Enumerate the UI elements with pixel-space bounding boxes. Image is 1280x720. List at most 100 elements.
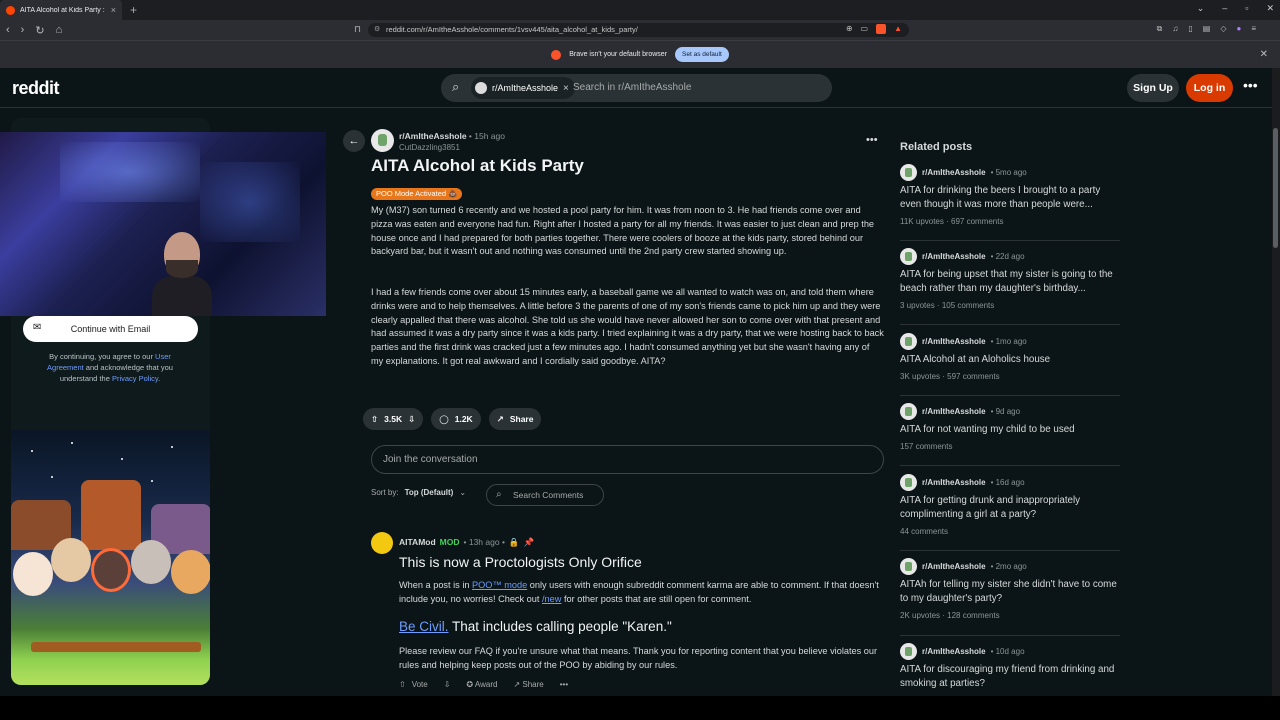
zoom-icon[interactable]: ⊕ [846,24,853,34]
rewards-icon[interactable]: ▲ [894,24,902,34]
search-comments-input[interactable]: ⌕ Search Comments [486,484,604,506]
legal-text: By continuing, you agree to our User Agr… [47,352,173,383]
subreddit-avatar [475,82,487,94]
back-button[interactable]: ← [343,130,365,152]
related-post[interactable]: r/AmItheAsshole • 22d ago AITA for being … [900,248,1120,310]
profile-icon[interactable]: ● [1236,24,1241,34]
comment-more-icon[interactable]: ••• [560,680,568,689]
reddit-logo[interactable]: reddit [12,78,60,99]
share-button[interactable]: ↗ Share [513,680,543,689]
maximize-icon[interactable]: ▫ [1245,3,1248,14]
more-options-icon[interactable]: ••• [1243,77,1258,93]
promo-illustration [11,430,210,685]
sign-up-button[interactable]: Sign Up [1127,74,1179,102]
reload-icon[interactable]: ↻ [35,24,44,37]
related-post[interactable]: r/AmItheAsshole • 1mo ago AITA Alcohol at… [900,333,1120,381]
related-sub[interactable]: r/AmItheAsshole [922,407,986,416]
related-sub[interactable]: r/AmItheAsshole [922,337,986,346]
related-post[interactable]: r/AmItheAsshole • 16d ago AITA for gettin… [900,474,1120,536]
share-label: Share [509,414,534,424]
comment-age: • 13h ago • [463,537,505,547]
sidebar-icon[interactable]: ▯ [1188,24,1192,34]
related-post[interactable]: r/AmItheAsshole • 2mo ago AITAh for telli… [900,558,1120,620]
comment-avatar[interactable] [371,532,393,554]
cast-icon[interactable]: ▭ [861,24,869,34]
post-actions: ⇧ 3.5K ⇩ ◯ 1.2K ↗ Share [363,408,542,430]
vote-count: 3.5K [384,414,403,424]
close-window-icon[interactable]: ✕ [1266,3,1274,14]
upvote-icon[interactable]: ⇧ [371,414,378,425]
sort-row: Sort by: Top (Default) ⌄ [371,488,466,497]
site-info-icon[interactable]: ⚙ [374,23,380,37]
be-civil-link[interactable]: Be Civil. [399,619,449,634]
subreddit-avatar [900,403,917,420]
chevron-down-icon[interactable]: ⌄ [459,488,466,497]
subreddit-avatar[interactable] [371,129,394,152]
downvote-icon[interactable]: ⇩ [408,414,415,425]
subreddit-avatar [900,474,917,491]
share-button[interactable]: ↗ Share [488,408,542,430]
back-icon[interactable]: ‹ [6,24,10,37]
wallet-icon[interactable]: ▤ [1203,24,1211,34]
related-sub[interactable]: r/AmItheAsshole [922,252,986,261]
media-icon[interactable]: ♫ [1172,24,1178,34]
comment-author[interactable]: AITAMod [399,537,436,548]
search-bar[interactable]: ⌕ r/AmItheAsshole × Search in r/AmItheAs… [441,74,832,102]
subreddit-link[interactable]: r/AmItheAsshole [399,131,467,141]
extension-icon[interactable]: ⧉ [1157,24,1163,34]
clear-chip-icon[interactable]: × [563,83,569,94]
shield-outline-icon[interactable]: ◇ [1220,24,1226,34]
comment-title: This is now a Proctologists Only Orifice [399,554,642,570]
poo-mode-link[interactable]: POO™ mode [472,580,527,590]
page-scrollbar[interactable] [1272,68,1280,696]
scrollbar-thumb[interactable] [1273,128,1278,248]
url-text: reddit.com/r/AmItheAsshole/comments/1vsv… [386,25,638,34]
award-button[interactable]: ✪ Award [466,680,497,689]
post-more-icon[interactable]: ••• [866,134,878,146]
upvote-icon[interactable]: ⇧ [399,680,406,689]
privacy-policy-link[interactable]: Privacy Policy [112,374,158,383]
related-post[interactable]: r/AmItheAsshole • 5mo ago AITA for drinki… [900,164,1120,226]
minimize-icon[interactable]: – [1222,3,1227,14]
set-default-button[interactable]: Set as default [675,47,729,62]
new-tab-icon[interactable]: + [130,3,137,17]
chevron-down-icon[interactable]: ⌄ [1197,3,1205,14]
related-title[interactable]: AITA for not wanting my child to be used [900,423,1120,437]
post-title: AITA Alcohol at Kids Party [371,156,584,175]
brave-shield-icon[interactable] [876,24,887,34]
related-title[interactable]: AITA for getting drunk and inappropriate… [900,494,1120,522]
subreddit-avatar [900,248,917,265]
related-post[interactable]: r/AmItheAsshole • 9d ago AITA for not wan… [900,403,1120,451]
related-sub[interactable]: r/AmItheAsshole [922,647,986,656]
close-tab-icon[interactable]: × [111,5,116,15]
downvote-icon[interactable]: ⇩ [444,680,451,689]
brave-lion-icon [551,49,562,60]
browser-tab[interactable]: AITA Alcohol at Kids Party : r/AmI × [0,0,122,20]
join-conversation-input[interactable]: Join the conversation [371,445,884,474]
sort-dropdown[interactable]: Top (Default) [405,488,454,497]
url-bar[interactable]: ⚙ reddit.com/r/AmItheAsshole/comments/1v… [368,23,909,37]
new-link[interactable]: /new [542,594,561,604]
related-sub[interactable]: r/AmItheAsshole [922,168,986,177]
post-author[interactable]: CutDazzling3851 [399,143,460,152]
related-title[interactable]: AITA for drinking the beers I brought to… [900,184,1120,212]
log-in-button[interactable]: Log in [1186,74,1233,102]
subreddit-avatar [900,333,917,350]
share-icon: ↗ [496,413,504,424]
related-sub[interactable]: r/AmItheAsshole [922,478,986,487]
related-sub[interactable]: r/AmItheAsshole [922,562,986,571]
home-icon[interactable]: ⌂ [56,24,63,37]
infobar-close-icon[interactable]: ✕ [1260,49,1268,60]
menu-icon[interactable]: ≡ [1251,24,1256,34]
continue-email-button[interactable]: ✉ Continue with Email [23,316,198,342]
comments-button[interactable]: ◯ 1.2K [431,408,481,430]
related-title[interactable]: AITAh for telling my sister she didn't h… [900,578,1120,606]
related-title[interactable]: AITA for being upset that my sister is g… [900,268,1120,296]
related-post[interactable]: r/AmItheAsshole • 10d ago AITA for discou… [900,643,1120,691]
forward-icon[interactable]: › [21,24,25,37]
related-title[interactable]: AITA Alcohol at an Aloholics house [900,353,1120,367]
subreddit-search-chip[interactable]: r/AmItheAsshole × [471,77,575,99]
window-controls: ⌄ – ▫ ✕ [1197,3,1274,14]
related-title[interactable]: AITA for discouraging my friend from dri… [900,663,1120,691]
bookmark-icon[interactable]: ⊓ [354,24,361,35]
